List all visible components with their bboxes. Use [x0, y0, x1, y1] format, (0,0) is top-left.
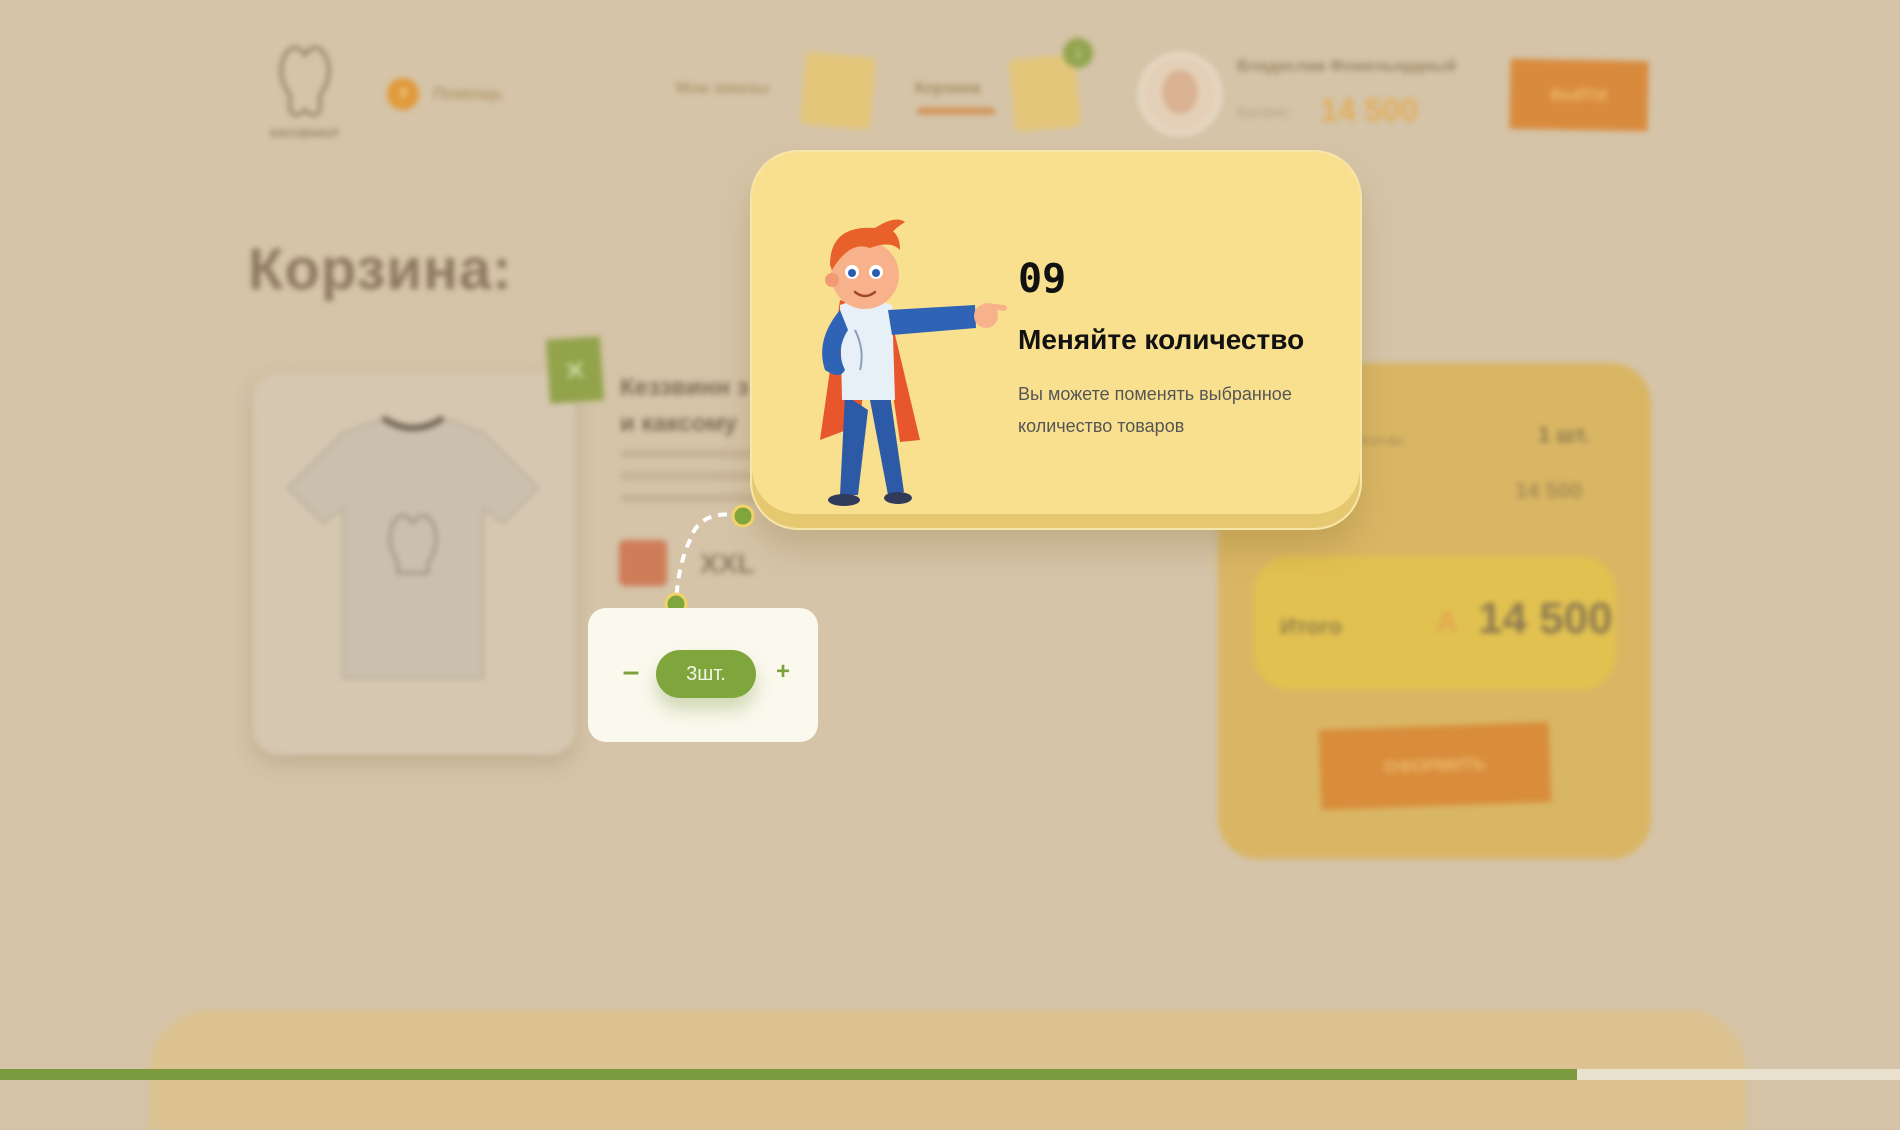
- total-label: Итого: [1280, 614, 1343, 639]
- tutorial-title: Меняйте количество: [1018, 324, 1305, 355]
- tooltip-connector: [664, 504, 755, 616]
- tutorial-progress-fill: [0, 1069, 1577, 1080]
- cart-count-badge: 1: [1063, 38, 1093, 68]
- help-icon: ?: [387, 78, 419, 110]
- nav-cart-underline: [917, 108, 995, 114]
- svg-text:КАССЕНАОТ: КАССЕНАОТ: [271, 128, 340, 140]
- help-link[interactable]: ? Помощь: [387, 78, 503, 110]
- page-title: Корзина:: [248, 237, 513, 302]
- user-name: Владислав Фомельнрдный: [1237, 58, 1457, 75]
- logout-button[interactable]: ВЫЙТИ: [1509, 58, 1649, 132]
- superhero-mascot: [820, 219, 1007, 506]
- site-logo[interactable]: КАССЕНАОТ: [250, 35, 360, 145]
- product-name-line: Кеззвинн з: [620, 374, 749, 401]
- balance-value: 14 500: [1320, 92, 1418, 128]
- summary-qty-value: 1 шт.: [1538, 422, 1590, 447]
- tutorial-progress-bar: [0, 1069, 1900, 1080]
- decrease-quantity-button[interactable]: –: [620, 652, 642, 692]
- balance-label: Баланс:: [1237, 104, 1293, 121]
- remove-item-button[interactable]: ×: [545, 336, 605, 404]
- summary-price-value: 14 500: [1515, 478, 1583, 503]
- product-name[interactable]: Кеззвинн з и каксому: [620, 370, 749, 442]
- summary-qty-label: Кол-во: [1360, 432, 1404, 448]
- user-avatar[interactable]: [1138, 52, 1222, 136]
- checkout-button[interactable]: ОФОРМИТЬ: [1318, 722, 1552, 810]
- tshirt-image: [286, 415, 540, 679]
- avatar-face: [1162, 70, 1198, 114]
- increase-quantity-button[interactable]: +: [772, 652, 794, 692]
- nav-my-orders[interactable]: Мои заказы: [676, 80, 769, 98]
- product-name-line: и каксому: [620, 410, 737, 437]
- quantity-stepper: – 3шт. +: [588, 608, 818, 742]
- total-value: 14 500: [1478, 594, 1613, 643]
- product-card[interactable]: [253, 373, 575, 755]
- tutorial-tooltip: 09 Меняйте количество Вы можете поменять…: [750, 150, 1362, 530]
- orders-box-icon: [799, 52, 877, 130]
- tutorial-text: Вы можете поменять выбранное количество …: [1018, 384, 1292, 436]
- currency-icon: А: [1436, 606, 1458, 639]
- help-label: Помощь: [433, 84, 503, 103]
- close-icon: ×: [563, 348, 587, 391]
- nav-cart[interactable]: Корзина: [915, 80, 980, 98]
- quantity-value: 3шт.: [656, 650, 756, 698]
- tutorial-step-number: 09: [1018, 256, 1067, 302]
